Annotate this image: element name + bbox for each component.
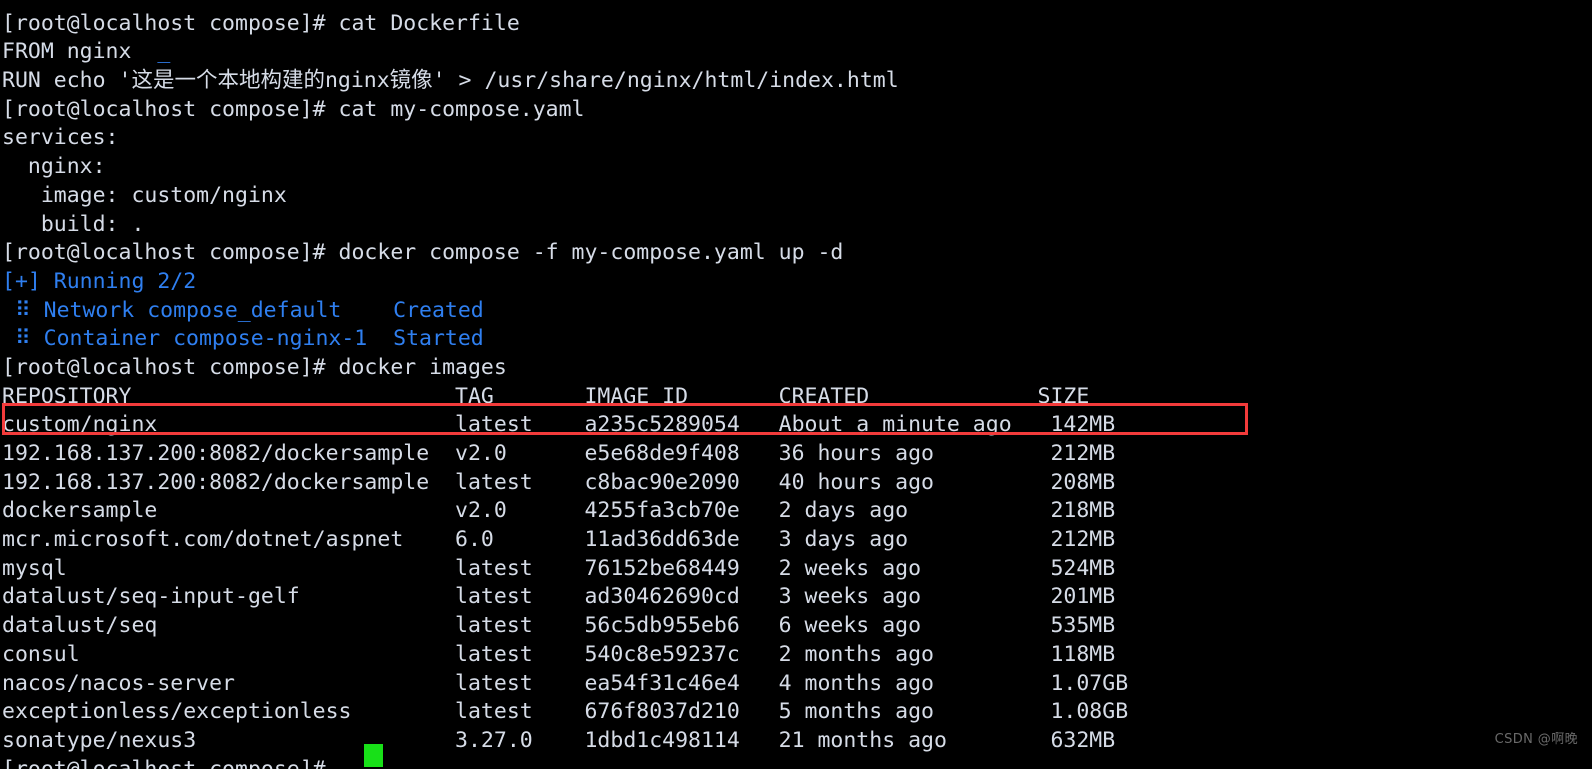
csdn-watermark: CSDN @啊晚	[1494, 732, 1578, 748]
terminal-line-table-row: 192.168.137.200:8082/dockersample v2.0 e…	[2, 441, 1116, 466]
terminal-line-table-row: datalust/seq-input-gelf latest ad3046269…	[2, 584, 1116, 610]
terminal-line-table-row: sonatype/nexus3 3.27.0 1dbd1c498114 21 m…	[2, 727, 1116, 753]
terminal-line-prompt: [root@localhost compose]# docker images	[2, 354, 507, 380]
terminal-line-output: services:	[2, 125, 119, 151]
terminal-line-table-row: 192.168.137.200:8082/dockersample latest…	[2, 469, 1116, 495]
terminal-output-lines: [root@localhost compose]# cat Dockerfile…	[2, 10, 1128, 769]
terminal-line-prompt: [root@localhost compose]# cat Dockerfile	[2, 10, 520, 36]
terminal-line-table-row: dockersample v2.0 4255fa3cb70e 2 days ag…	[2, 498, 1116, 524]
terminal-line-output: nginx:	[2, 154, 106, 180]
terminal-line-output: build: .	[2, 211, 145, 237]
terminal-line-table-row: custom/nginx latest a235c5289054 About a…	[2, 412, 1116, 438]
terminal-line-table-row: exceptionless/exceptionless latest 676f8…	[2, 699, 1129, 725]
terminal-line-output: RUN echo '这是一个本地构建的nginx镜像' > /usr/share…	[2, 68, 899, 94]
terminal-line-table-row: mcr.microsoft.com/dotnet/aspnet 6.0 11ad…	[2, 527, 1116, 553]
terminal-line-table-row: mysql latest 76152be68449 2 weeks ago 52…	[2, 555, 1116, 581]
terminal-line-prompt: [root@localhost compose]#	[2, 756, 1128, 769]
terminal-line-prompt: [root@localhost compose]# docker compose…	[2, 240, 844, 266]
terminal-line-table-row: datalust/seq latest 56c5db955eb6 6 weeks…	[2, 613, 1116, 639]
terminal-line-prompt: [root@localhost compose]# cat my-compose…	[2, 96, 585, 122]
terminal-line-table-header: REPOSITORY TAG IMAGE ID CREATED SIZE	[2, 383, 1090, 409]
terminal-line-output: FROM nginx	[2, 39, 132, 65]
terminal-line-output: [+] Running 2/2	[2, 268, 197, 294]
terminal-line-table-row: nacos/nacos-server latest ea54f31c46e4 4…	[2, 670, 1129, 696]
terminal-line-table-row: consul latest 540c8e59237c 2 months ago …	[2, 641, 1116, 667]
terminal-line-output: image: custom/nginx	[2, 182, 287, 208]
terminal-line-output: ⠿ Container compose-nginx-1 Started	[2, 326, 484, 352]
terminal-line-output: ⠿ Network compose_default Created	[2, 297, 484, 323]
terminal-window[interactable]: · _ [root@localhost compose]# cat Docker…	[0, 0, 1592, 769]
terminal-cursor	[364, 744, 383, 767]
